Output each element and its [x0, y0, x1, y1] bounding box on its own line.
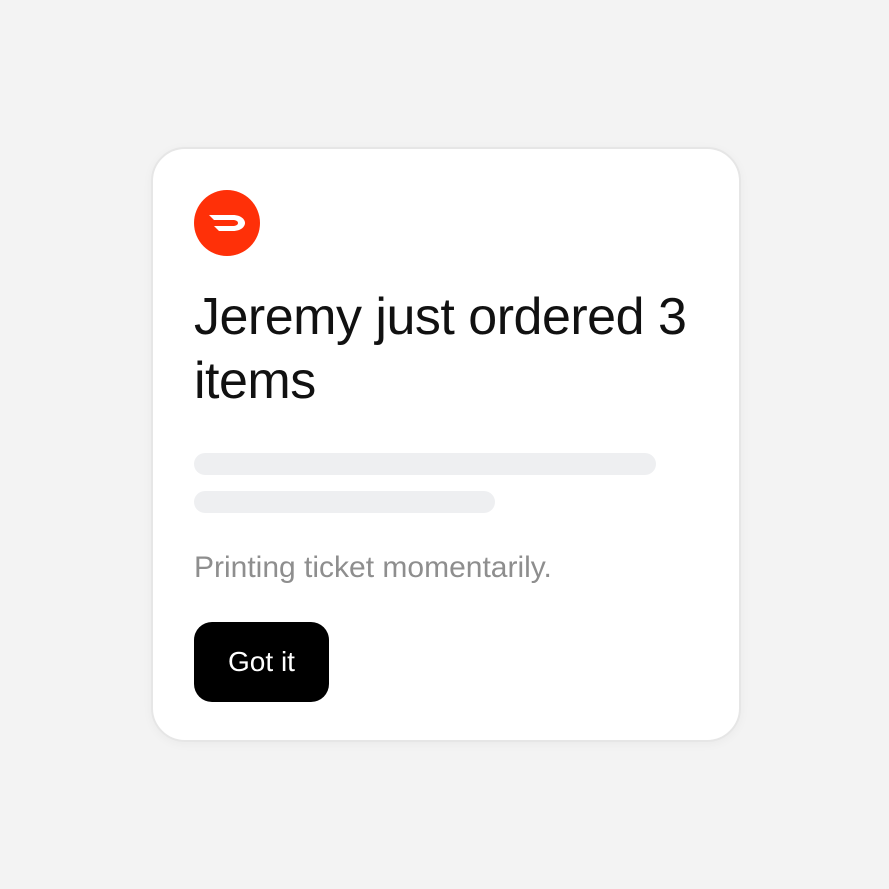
notification-headline: Jeremy just ordered 3 items	[194, 288, 687, 410]
loading-placeholder-line	[194, 453, 656, 475]
doordash-logo-icon	[194, 190, 260, 256]
status-text: Printing ticket momentarily.	[194, 551, 552, 584]
order-notification-card: Jeremy just ordered 3 items Printing tic…	[151, 147, 741, 742]
loading-placeholder-line	[194, 491, 495, 513]
got-it-button[interactable]: Got it	[194, 622, 329, 702]
